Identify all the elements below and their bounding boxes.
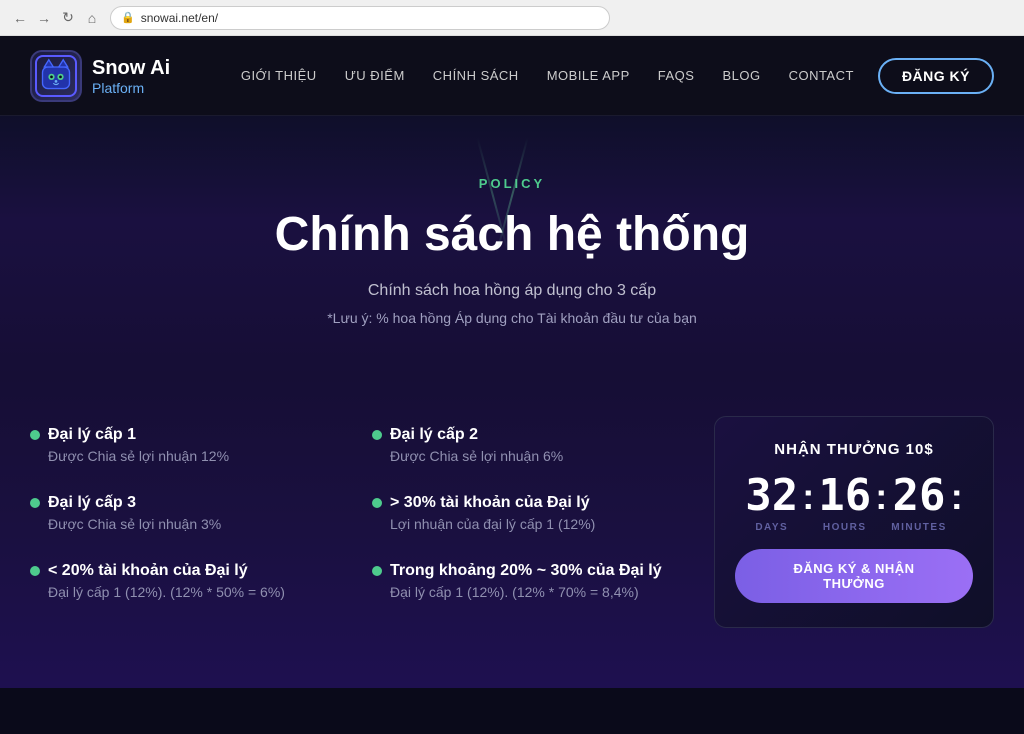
policy-item-header-between: Trong khoảng 20% ~ 30% của Đại lý	[372, 562, 694, 580]
hours-label: HOURS	[823, 522, 867, 533]
url-text: snowai.net/en/	[141, 11, 218, 25]
policy-item-header-3: Đại lý cấp 3	[30, 494, 352, 512]
reward-title: NHẬN THƯỞNG 10$	[774, 441, 933, 458]
policy-title-1: Đại lý cấp 1	[48, 426, 136, 444]
policy-item-level1: Đại lý cấp 1 Được Chia sẻ lợi nhuận 12%	[30, 426, 352, 464]
left-column: Đại lý cấp 1 Được Chia sẻ lợi nhuận 12% …	[30, 426, 352, 628]
bullet-icon-over30	[372, 498, 382, 508]
back-button[interactable]: ←	[12, 10, 28, 26]
bullet-icon-2	[372, 430, 382, 440]
minutes-block: 26 MINUTES	[891, 474, 947, 533]
policy-item-between: Trong khoảng 20% ~ 30% của Đại lý Đại lý…	[372, 562, 694, 600]
separator-1: :	[802, 479, 814, 515]
home-button[interactable]: ⌂	[84, 10, 100, 26]
forward-button[interactable]: →	[36, 10, 52, 26]
hours-value: 16	[818, 474, 871, 518]
nav-links: GIỚI THIỆU ƯU ĐIỂM CHÍNH SÁCH MOBILE APP…	[241, 68, 854, 83]
policy-item-header-under20: < 20% tài khoản của Đại lý	[30, 562, 352, 580]
logo-icon	[30, 50, 82, 102]
policy-desc-under20: Đại lý cấp 1 (12%). (12% * 50% = 6%)	[30, 584, 352, 600]
days-value: 32	[745, 474, 798, 518]
policy-desc-1: Được Chia sẻ lợi nhuận 12%	[30, 448, 352, 464]
policy-title-2: Đại lý cấp 2	[390, 426, 478, 444]
policy-item-level2: Đại lý cấp 2 Được Chia sẻ lợi nhuận 6%	[372, 426, 694, 464]
hero-section: POLICY Chính sách hệ thống Chính sách ho…	[0, 116, 1024, 376]
reload-button[interactable]: ↻	[60, 10, 76, 26]
lock-icon: 🔒	[121, 11, 135, 24]
policy-title-under20: < 20% tài khoản của Đại lý	[48, 562, 248, 580]
content-section: Đại lý cấp 1 Được Chia sẻ lợi nhuận 12% …	[0, 376, 1024, 688]
nav-mobile[interactable]: MOBILE APP	[547, 68, 630, 83]
bullet-icon-between	[372, 566, 382, 576]
policy-desc-between: Đại lý cấp 1 (12%). (12% * 70% = 8,4%)	[372, 584, 694, 600]
nav-blog[interactable]: BLOG	[722, 68, 760, 83]
right-column: Đại lý cấp 2 Được Chia sẻ lợi nhuận 6% >…	[372, 426, 694, 628]
bullet-icon-3	[30, 498, 40, 508]
address-bar[interactable]: 🔒 snowai.net/en/	[110, 6, 610, 30]
logo-text-area: Snow Ai Platform	[92, 56, 170, 96]
policy-label: POLICY	[20, 176, 1004, 191]
policy-desc-over30: Lợi nhuận của đại lý cấp 1 (12%)	[372, 516, 694, 532]
minutes-value: 26	[892, 474, 945, 518]
policy-desc-3: Được Chia sẻ lợi nhuận 3%	[30, 516, 352, 532]
hours-block: 16 HOURS	[818, 474, 871, 533]
hero-note: *Lưu ý: % hoa hồng Áp dụng cho Tài khoản…	[20, 310, 1004, 326]
policy-item-header-over30: > 30% tài khoản của Đại lý	[372, 494, 694, 512]
policy-title-3: Đại lý cấp 3	[48, 494, 136, 512]
nav-policy[interactable]: CHÍNH SÁCH	[433, 68, 519, 83]
hero-title: Chính sách hệ thống	[20, 207, 1004, 262]
separator-2: :	[875, 479, 887, 515]
days-label: DAYS	[755, 522, 788, 533]
claim-button[interactable]: ĐĂNG KÝ & NHẬN THƯỞNG	[735, 549, 973, 603]
nav-about[interactable]: GIỚI THIỆU	[241, 68, 317, 83]
policy-desc-2: Được Chia sẻ lợi nhuận 6%	[372, 448, 694, 464]
logo-name: Snow Ai	[92, 56, 170, 80]
bullet-icon-1	[30, 430, 40, 440]
policy-item-over30: > 30% tài khoản của Đại lý Lợi nhuận của…	[372, 494, 694, 532]
logo-subtitle: Platform	[92, 80, 170, 96]
browser-chrome: ← → ↻ ⌂ 🔒 snowai.net/en/	[0, 0, 1024, 36]
policy-item-header-1: Đại lý cấp 1	[30, 426, 352, 444]
register-button[interactable]: ĐĂNG KÝ	[878, 58, 994, 94]
logo-area[interactable]: Snow Ai Platform	[30, 50, 170, 102]
hero-subtitle: Chính sách hoa hồng áp dụng cho 3 cấp	[20, 282, 1004, 300]
policy-item-header-2: Đại lý cấp 2	[372, 426, 694, 444]
minutes-label: MINUTES	[891, 522, 947, 533]
browser-controls: ← → ↻ ⌂	[12, 10, 100, 26]
policy-title-over30: > 30% tài khoản của Đại lý	[390, 494, 590, 512]
policy-item-level3: Đại lý cấp 3 Được Chia sẻ lợi nhuận 3%	[30, 494, 352, 532]
countdown-timer: 32 DAYS : 16 HOURS : 26 MINUTES :	[745, 474, 962, 533]
separator-3: :	[951, 479, 963, 515]
days-block: 32 DAYS	[745, 474, 798, 533]
nav-contact[interactable]: CONTACT	[789, 68, 854, 83]
nav-advantages[interactable]: ƯU ĐIỂM	[345, 68, 405, 83]
navbar: Snow Ai Platform GIỚI THIỆU ƯU ĐIỂM CHÍN…	[0, 36, 1024, 116]
policy-item-under20: < 20% tài khoản của Đại lý Đại lý cấp 1 …	[30, 562, 352, 600]
countdown-card: NHẬN THƯỞNG 10$ 32 DAYS : 16 HOURS : 26 …	[714, 416, 994, 628]
nav-faqs[interactable]: FAQS	[658, 68, 695, 83]
policy-title-between: Trong khoảng 20% ~ 30% của Đại lý	[390, 562, 662, 580]
bullet-icon-under20	[30, 566, 40, 576]
